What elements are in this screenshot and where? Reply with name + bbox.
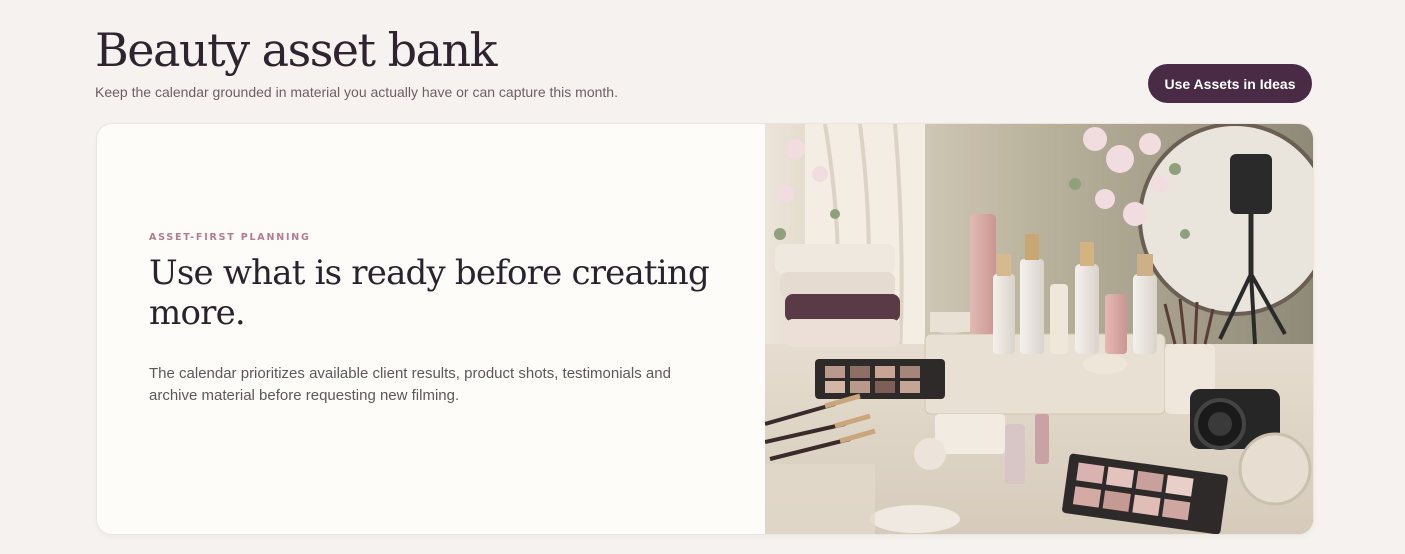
beauty-products-image bbox=[765, 124, 1313, 534]
page-subtitle: Keep the calendar grounded in material y… bbox=[95, 84, 618, 100]
hero-card: ASSET-FIRST PLANNING Use what is ready b… bbox=[96, 123, 1314, 535]
hero-text: ASSET-FIRST PLANNING Use what is ready b… bbox=[149, 232, 710, 407]
use-assets-in-ideas-button[interactable]: Use Assets in Ideas bbox=[1148, 64, 1312, 103]
hero-body: The calendar prioritizes available clien… bbox=[149, 365, 671, 404]
page-title: Beauty asset bank bbox=[95, 23, 498, 77]
hero-heading: Use what is ready before creating more. bbox=[149, 253, 710, 333]
hero-eyebrow: ASSET-FIRST PLANNING bbox=[149, 232, 311, 243]
page-header: Beauty asset bank Keep the calendar grou… bbox=[95, 18, 618, 100]
